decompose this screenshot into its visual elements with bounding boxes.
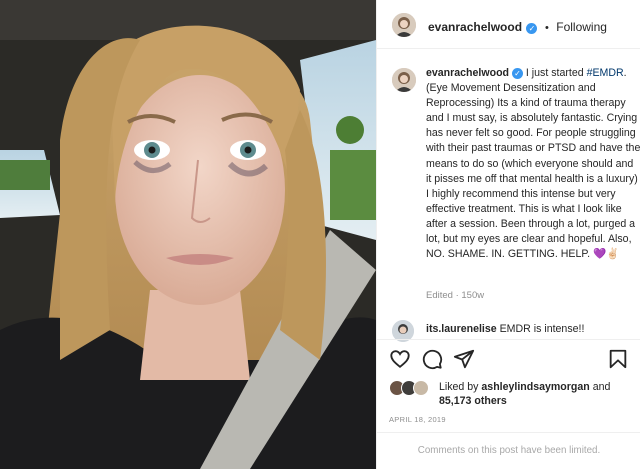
post-header: evanrachelwood ✓ • Following bbox=[377, 0, 640, 49]
header-separator: • bbox=[544, 22, 549, 34]
verified-badge-icon: ✓ bbox=[526, 23, 538, 34]
author-avatar[interactable] bbox=[392, 13, 416, 37]
commenter-username[interactable]: its.laurenelise bbox=[426, 323, 497, 335]
header-author-line: evanrachelwood ✓ • Following bbox=[428, 18, 607, 36]
comment-button[interactable] bbox=[421, 348, 443, 370]
post-date[interactable]: APRIL 18, 2019 bbox=[389, 415, 446, 424]
liker-avatar[interactable] bbox=[413, 380, 429, 396]
action-bar bbox=[377, 339, 640, 374]
post-sidebar: evanrachelwood ✓ • Following evanrachelw… bbox=[376, 0, 640, 469]
heart-icon bbox=[390, 350, 410, 368]
likes-summary: Liked by ashleylindsaymorgan and 85,173 … bbox=[389, 378, 635, 408]
caption-text: evanrachelwood ✓ I just started #EMDR. (… bbox=[426, 66, 640, 262]
caption-username[interactable]: evanrachelwood bbox=[426, 67, 509, 79]
header-username[interactable]: evanrachelwood bbox=[428, 20, 522, 34]
caption-lead: I just started bbox=[522, 67, 587, 79]
likes-middle: and bbox=[589, 381, 611, 393]
bookmark-icon bbox=[609, 349, 627, 369]
comments-limited-notice: Comments on this post have been limited. bbox=[377, 432, 640, 469]
comment-row: its.laurenelise EMDR is intense!! bbox=[389, 318, 635, 342]
verified-badge-icon: ✓ bbox=[511, 68, 523, 79]
instagram-post: evanrachelwood ✓ • Following evanrachelw… bbox=[0, 0, 640, 469]
caption-emoji: 💜✌🏻 bbox=[593, 248, 620, 261]
post-photo[interactable] bbox=[0, 0, 376, 469]
like-button[interactable] bbox=[389, 348, 411, 370]
liker-username[interactable]: ashleylindsaymorgan bbox=[481, 381, 589, 393]
caption-avatar[interactable] bbox=[392, 68, 416, 92]
comment-body: EMDR is intense!! bbox=[496, 323, 585, 335]
selfie-image bbox=[0, 0, 376, 469]
caption-body: . (Eye Movement Desensitization and Repr… bbox=[426, 67, 640, 246]
share-button[interactable] bbox=[453, 348, 475, 370]
following-button[interactable]: Following bbox=[556, 20, 607, 34]
comment-text: its.laurenelise EMDR is intense!! bbox=[426, 323, 584, 335]
likes-count-link[interactable]: 85,173 others bbox=[439, 395, 507, 407]
comment-icon bbox=[422, 349, 443, 370]
save-button[interactable] bbox=[607, 348, 629, 370]
caption-meta: Edited · 150w bbox=[426, 290, 485, 301]
avatar-image bbox=[392, 68, 416, 92]
likes-text: Liked by ashleylindsaymorgan and 85,173 … bbox=[439, 381, 635, 408]
caption-closing: NO. SHAME. IN. GETTING. HELP. bbox=[426, 248, 591, 261]
share-icon bbox=[453, 349, 475, 369]
avatar-image bbox=[392, 13, 416, 37]
hashtag-link[interactable]: #EMDR bbox=[587, 67, 624, 79]
likes-prefix: Liked by bbox=[439, 381, 482, 393]
